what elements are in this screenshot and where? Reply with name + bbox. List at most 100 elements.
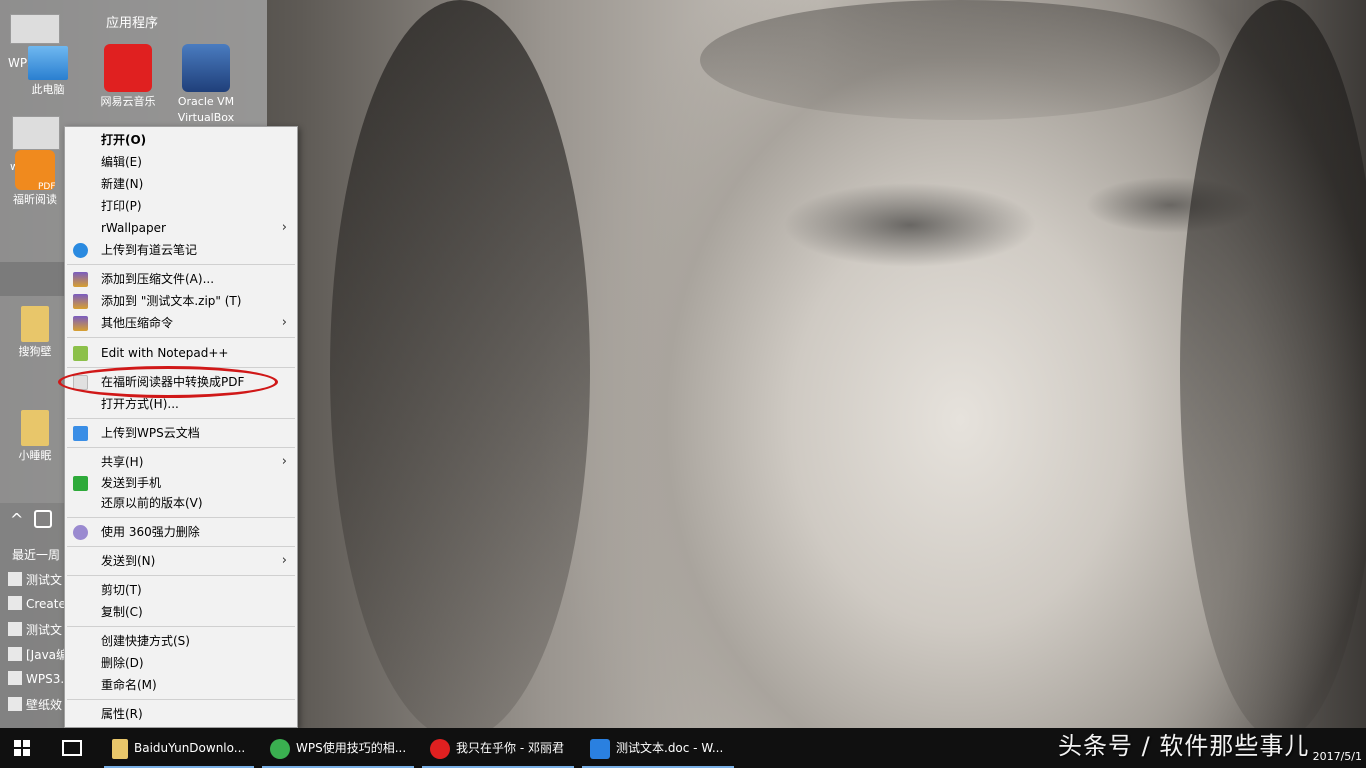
menu-item-add-archive[interactable]: 添加到压缩文件(A)... (65, 268, 297, 290)
menu-item-copy[interactable]: 复制(C) (65, 601, 297, 623)
taskbar-item-label: WPS使用技巧的相... (296, 741, 407, 755)
folder-icon (21, 306, 49, 342)
windows-start-icon[interactable] (14, 740, 30, 756)
menu-item-label: 上传到WPS云文档 (101, 426, 200, 440)
menu-item-label: 剪切(T) (101, 583, 142, 597)
windows-logo-pane (23, 740, 30, 747)
recent-item[interactable]: [Java编 (8, 646, 66, 666)
menu-item-youdao[interactable]: 上传到有道云笔记 (65, 239, 297, 261)
menu-separator (67, 447, 295, 448)
menu-item-rwallpaper[interactable]: rWallpaper › (65, 217, 297, 239)
menu-item-add-zip[interactable]: 添加到 "测试文本.zip" (T) (65, 290, 297, 312)
recent-item[interactable]: 测试文 (8, 571, 66, 591)
virtualbox-icon (182, 44, 230, 92)
menu-item-notepadpp[interactable]: Edit with Notepad++ (65, 342, 297, 364)
menu-item-label: 打开方式(H)... (101, 397, 179, 411)
taskbar-item-baidu[interactable]: BaiduYunDownlo... (104, 728, 254, 768)
clock[interactable]: 2017/5/1 (1313, 750, 1362, 763)
recent-item[interactable]: 壁纸效 (8, 696, 66, 716)
menu-item-new[interactable]: 新建(N) (65, 173, 297, 195)
tile-label: 福昕阅读 (13, 193, 57, 206)
menu-item-label: 删除(D) (101, 656, 144, 670)
menu-item-label: 共享(H) (101, 455, 144, 469)
menu-item-wps-cloud[interactable]: 上传到WPS云文档 (65, 422, 297, 444)
tile-label: 搜狗壁 (18, 345, 52, 358)
window-thumbnail-icon (12, 116, 60, 150)
taskbar-item-label: BaiduYunDownlo... (134, 741, 246, 755)
pdf-label: PDF (38, 182, 56, 192)
menu-item-share[interactable]: 共享(H) › (65, 451, 297, 473)
send-phone-icon (73, 476, 88, 491)
doc-icon (8, 647, 22, 661)
menu-item-label: 添加到 "测试文本.zip" (T) (101, 294, 242, 308)
menu-separator (67, 626, 295, 627)
menu-item-open[interactable]: 打开(O) (65, 129, 297, 151)
wps-icon (8, 671, 22, 685)
winrar-icon (73, 294, 88, 309)
tile-label: 此电脑 (31, 83, 65, 96)
chevron-right-icon: › (281, 220, 287, 235)
task-view-icon[interactable] (62, 740, 82, 756)
menu-item-label: 发送到手机 (101, 476, 162, 490)
notepadpp-icon (73, 346, 88, 361)
tile-foxit-reader[interactable]: 福昕阅读 (6, 150, 64, 208)
menu-separator (67, 517, 295, 518)
recent-item[interactable]: 测试文 (8, 621, 66, 641)
menu-item-label: 添加到压缩文件(A)... (101, 272, 215, 286)
menu-item-label: 创建快捷方式(S) (101, 634, 190, 648)
recent-item[interactable]: WPS3. (8, 671, 66, 691)
menu-item-label: 使用 360强力删除 (101, 525, 200, 539)
menu-item-send-phone[interactable]: 发送到手机 (65, 472, 297, 494)
recent-item[interactable]: Create (8, 596, 66, 616)
tile-label: Oracle VM VirtualBox (177, 95, 235, 124)
menu-item-properties[interactable]: 属性(R) (65, 703, 297, 725)
collapse-icon[interactable]: ^ (10, 510, 23, 529)
taskbar-item-browser[interactable]: WPS使用技巧的相... (262, 728, 414, 768)
menu-separator (67, 546, 295, 547)
menu-item-cut[interactable]: 剪切(T) (65, 579, 297, 601)
winrar-icon (73, 272, 88, 287)
menu-item-create-shortcut[interactable]: 创建快捷方式(S) (65, 630, 297, 652)
menu-item-label: 打印(P) (101, 199, 142, 213)
taskbar-item-music[interactable]: 我只在乎你 - 邓丽君 (422, 728, 574, 768)
recent-item-label: Create (26, 597, 66, 611)
menu-item-label: 还原以前的版本(V) (101, 496, 203, 510)
menu-item-rename[interactable]: 重命名(M) (65, 674, 297, 696)
wps-cloud-icon (73, 426, 88, 441)
wallpaper-hair-right (1180, 0, 1366, 740)
menu-item-print[interactable]: 打印(P) (65, 195, 297, 217)
wallpaper-hair-left (330, 0, 590, 740)
image-icon (8, 697, 22, 711)
taskbar-item-label: 我只在乎你 - 邓丽君 (456, 741, 564, 755)
menu-item-edit[interactable]: 编辑(E) (65, 151, 297, 173)
menu-item-other-compress[interactable]: 其他压缩命令 › (65, 312, 297, 334)
menu-item-delete[interactable]: 删除(D) (65, 652, 297, 674)
menu-item-360-delete[interactable]: 使用 360强力删除 (65, 521, 297, 543)
wallpaper-hair-top (700, 0, 1220, 120)
tile-sogou-wallpaper[interactable]: 搜狗壁 (4, 306, 66, 360)
recent-item-label: 测试文 (26, 573, 63, 587)
tile-this-pc[interactable]: 此电脑 (8, 46, 88, 98)
menu-item-label: 新建(N) (101, 177, 144, 191)
watermark: 头条号 / 软件那些事儿 (1058, 732, 1310, 760)
taskbar-item-label: 测试文本.doc - W... (616, 741, 724, 755)
taskbar-item-wps-writer[interactable]: 测试文本.doc - W... (582, 728, 734, 768)
unlock-icon[interactable] (34, 510, 52, 528)
highlight-annotation (58, 366, 278, 398)
chevron-right-icon: › (281, 315, 287, 330)
tile-sleep[interactable]: 小睡眠 (4, 410, 66, 464)
tile-virtualbox[interactable]: Oracle VM VirtualBox (166, 44, 246, 126)
youdao-note-icon (73, 243, 88, 258)
menu-separator (67, 699, 295, 700)
menu-item-send-to[interactable]: 发送到(N) › (65, 550, 297, 572)
menu-item-label: 重命名(M) (101, 678, 157, 692)
windows-logo-pane (14, 749, 21, 756)
menu-item-label: 属性(R) (101, 707, 143, 721)
menu-item-restore-versions[interactable]: 还原以前的版本(V) (65, 492, 297, 514)
menu-item-label: rWallpaper (101, 221, 166, 235)
netease-music-icon (104, 44, 152, 92)
chevron-right-icon: › (281, 454, 287, 469)
tile-netease-music[interactable]: 网易云音乐 (88, 44, 168, 110)
folder-icon (112, 738, 128, 759)
menu-item-label: 其他压缩命令 (101, 316, 174, 330)
